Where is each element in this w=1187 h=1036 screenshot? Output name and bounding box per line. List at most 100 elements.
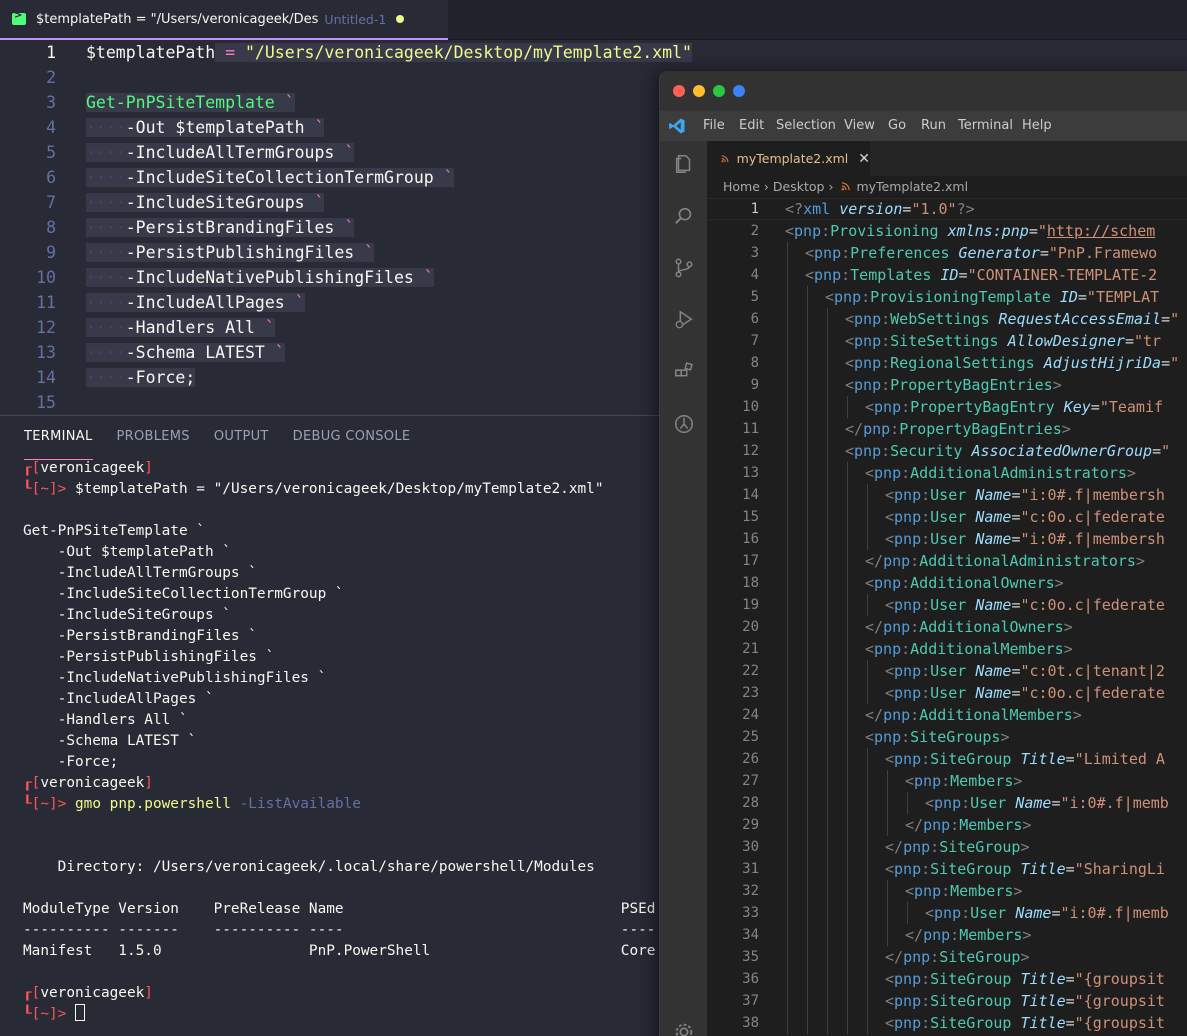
indent-guide	[787, 748, 788, 770]
indent-guide	[847, 858, 848, 880]
search-icon[interactable]	[673, 205, 695, 227]
indent-guide	[847, 484, 848, 506]
unsaved-dot-icon[interactable]	[396, 15, 405, 23]
terminal-line: -IncludeSiteGroups `	[23, 607, 231, 623]
terminal-line: -IncludeAllTermGroups `	[23, 565, 257, 581]
line-number: 20	[742, 619, 759, 635]
line-number: 38	[742, 1015, 759, 1031]
indent-guide	[867, 594, 868, 616]
breadcrumb-desktop[interactable]: Desktop	[773, 179, 825, 194]
terminal-line: -IncludeAllPages `	[23, 691, 214, 707]
indent-guide	[807, 660, 808, 682]
indent-guide	[847, 946, 848, 968]
xml-text: <?xml version="1.0"?>	[785, 200, 975, 218]
xml-text: <pnp:ProvisioningTemplate ID="TEMPLAT	[825, 288, 1160, 306]
terminal-line: -IncludeNativePublishingFiles `	[23, 670, 327, 686]
indent-guide	[787, 924, 788, 946]
line-number: 31	[742, 861, 759, 877]
xml-line: 6 <pnp:WebSettings RequestAccessEmail="	[707, 308, 1187, 330]
indent-guide	[867, 484, 868, 506]
xml-code-editor[interactable]: 1 <?xml version="1.0"?> 2 <pnp:Provisioning…	[707, 198, 1187, 1036]
line-number: 17	[742, 553, 759, 569]
menu-file[interactable]: File	[703, 111, 725, 141]
line-number: 14	[36, 368, 56, 387]
vscode-logo-icon	[669, 118, 685, 134]
indent-guide	[887, 902, 888, 924]
code-text: ····-IncludeSiteCollectionTermGroup `	[86, 168, 454, 187]
tab-problems[interactable]: PROBLEMS	[117, 416, 190, 460]
xml-line: 8 <pnp:RegionalSettings AdjustHijriDa="	[707, 352, 1187, 374]
run-debug-icon[interactable]	[673, 309, 695, 331]
menu-go[interactable]: Go	[888, 111, 906, 141]
maximize-window-button[interactable]	[713, 85, 725, 97]
extra-window-button[interactable]	[733, 85, 745, 97]
indent-guide	[847, 396, 848, 418]
xml-text: <pnp:Preferences Generator="PnP.Framewo	[805, 244, 1158, 262]
xml-text: <pnp:User Name="i:0#.f|membersh	[885, 486, 1165, 504]
settings-gear-icon[interactable]	[673, 1021, 695, 1036]
xml-line: 29 </pnp:Members>	[707, 814, 1187, 836]
line-number: 12	[742, 443, 759, 459]
xml-text: </pnp:Members>	[905, 816, 1032, 834]
source-control-icon[interactable]	[673, 257, 695, 279]
line-number: 1	[46, 43, 56, 62]
indent-guide	[847, 792, 848, 814]
extensions-icon[interactable]	[673, 361, 695, 383]
tab-terminal[interactable]: TERMINAL	[24, 416, 93, 460]
breadcrumb-file[interactable]: myTemplate2.xml	[856, 179, 968, 194]
rss-file-icon	[842, 182, 851, 191]
tab-label: myTemplate2.xml	[736, 151, 849, 166]
line-number: 14	[742, 487, 759, 503]
code-text: ····-Handlers All `	[86, 318, 275, 337]
tab-output[interactable]: OUTPUT	[214, 416, 269, 460]
indent-guide	[847, 924, 848, 946]
indent-guide	[827, 528, 828, 550]
close-tab-icon[interactable]: ✕	[858, 151, 870, 167]
menu-edit[interactable]: Edit	[739, 111, 764, 141]
indent-guide	[807, 902, 808, 924]
xml-text: </pnp:SiteGroup>	[885, 838, 1030, 856]
indent-guide	[847, 902, 848, 924]
menu-view[interactable]: View	[844, 111, 875, 141]
indent-guide	[827, 572, 828, 594]
menu-selection[interactable]: Selection	[776, 111, 836, 141]
tab-debug-console[interactable]: DEBUG CONSOLE	[293, 416, 411, 460]
line-number: 34	[742, 927, 759, 943]
xml-line: 27 <pnp:Members>	[707, 770, 1187, 792]
editor-tab-untitled[interactable]: $templatePath = "/Users/veronicageek/Des…	[0, 0, 448, 40]
line-number: 2	[750, 223, 759, 239]
indent-guide	[867, 770, 868, 792]
menu-help[interactable]: Help	[1022, 111, 1052, 141]
minimize-window-button[interactable]	[693, 85, 705, 97]
indent-guide	[787, 550, 788, 572]
indent-guide	[867, 792, 868, 814]
xml-editor-area: myTemplate2.xml ✕ Home › Desktop › myTemplat…	[707, 141, 1187, 1036]
line-number: 2	[46, 68, 56, 87]
line-number: 32	[742, 883, 759, 899]
code-text: Get-PnPSiteTemplate `	[86, 93, 295, 112]
terminal-line: -IncludeSiteCollectionTermGroup `	[23, 586, 344, 602]
indent-guide	[827, 924, 828, 946]
explorer-icon[interactable]	[673, 153, 695, 175]
indent-guide	[867, 660, 868, 682]
window-titlebar[interactable]	[660, 71, 1187, 111]
indent-guide	[807, 418, 808, 440]
xml-line: 12 <pnp:Security AssociatedOwnerGroup="	[707, 440, 1187, 462]
indent-guide	[827, 836, 828, 858]
indent-guide	[867, 814, 868, 836]
line-number: 33	[742, 905, 759, 921]
indent-guide	[847, 550, 848, 572]
indent-guide	[847, 836, 848, 858]
tab-filename: Untitled-1	[324, 11, 387, 27]
indent-guide	[847, 814, 848, 836]
menu-terminal[interactable]: Terminal	[958, 111, 1013, 141]
close-window-button[interactable]	[673, 85, 685, 97]
indent-guide	[847, 638, 848, 660]
menu-run[interactable]: Run	[921, 111, 946, 141]
terminal-output[interactable]: ┎[veronicageek] ┖[~]> $templatePath = "/…	[23, 458, 663, 1036]
breadcrumb-home[interactable]: Home	[723, 179, 760, 194]
tab-mytemplate2-xml[interactable]: myTemplate2.xml ✕	[707, 141, 870, 176]
timeline-icon[interactable]	[673, 413, 695, 435]
indent-guide	[807, 352, 808, 374]
xml-line: 20 </pnp:AdditionalOwners>	[707, 616, 1187, 638]
